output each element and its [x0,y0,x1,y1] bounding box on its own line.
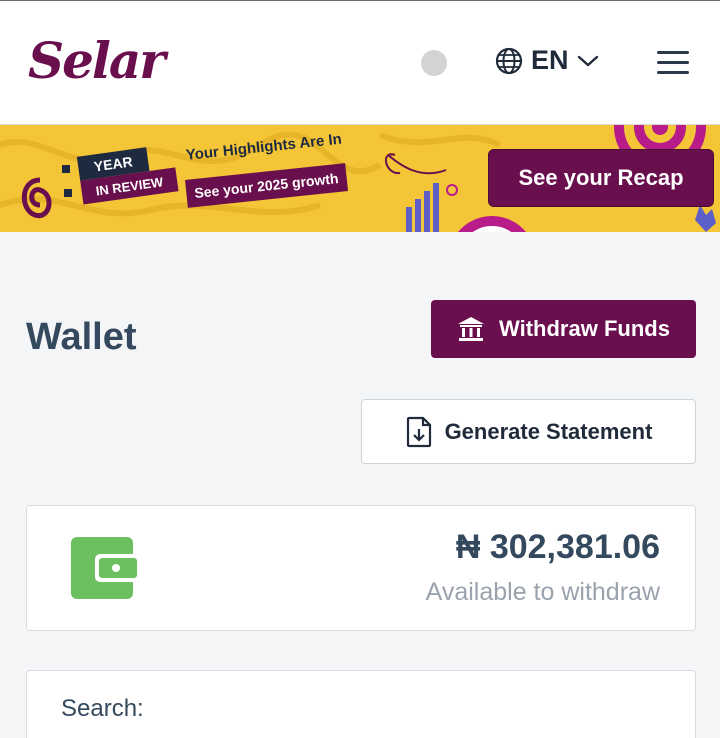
search-label: Search: [61,695,144,722]
chevron-down-icon [577,55,598,66]
hamburger-menu-icon[interactable] [657,51,689,75]
status-indicator [421,50,447,76]
file-download-icon [406,416,431,447]
page-title: Wallet [26,316,137,358]
wallet-icon [71,537,137,599]
withdraw-funds-button[interactable]: Withdraw Funds [431,300,696,358]
top-header: Selar EN [0,0,720,125]
transactions-search-card: Search: [26,670,696,738]
wallet-balance-card: ₦ 302,381.06 Available to withdraw [26,505,696,631]
see-recap-button[interactable]: See your Recap [488,149,714,207]
withdraw-funds-label: Withdraw Funds [499,316,670,341]
available-balance-amount: ₦ 302,381.06 [455,528,660,566]
globe-icon [495,47,523,74]
selar-logo[interactable]: Selar [28,31,166,90]
bank-icon [458,317,485,341]
language-selector[interactable]: EN [495,45,599,76]
generate-statement-button[interactable]: Generate Statement [361,399,696,464]
generate-statement-label: Generate Statement [444,418,653,444]
available-balance-caption: Available to withdraw [425,578,660,606]
language-code: EN [531,45,569,75]
